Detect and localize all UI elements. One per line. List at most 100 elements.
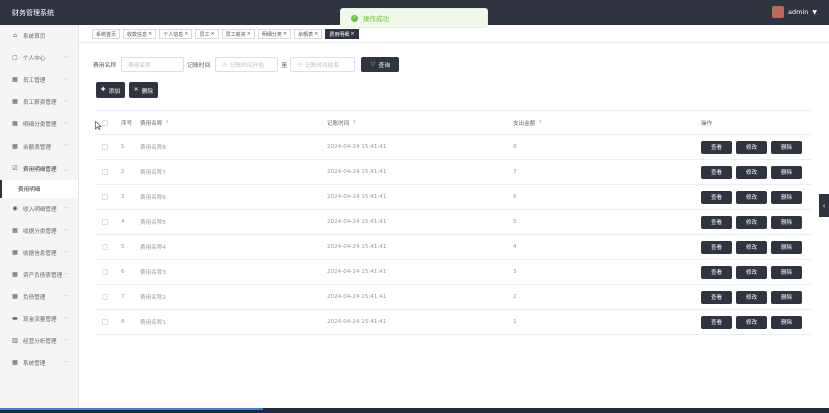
- row-checkbox[interactable]: [102, 235, 108, 259]
- view-button[interactable]: 查看: [701, 290, 732, 304]
- row-checkbox[interactable]: [102, 310, 108, 334]
- user-menu[interactable]: admin ▼: [772, 6, 817, 18]
- edit-button[interactable]: 修改: [736, 315, 767, 329]
- sidebar-item[interactable]: ▬ 现金流量管理 ﹀: [0, 308, 78, 330]
- nav-tag[interactable]: 系统首页: [92, 29, 121, 39]
- close-icon[interactable]: ×: [148, 31, 152, 37]
- edit-button[interactable]: 修改: [736, 165, 767, 179]
- sort-icon[interactable]: ⇕: [165, 120, 169, 125]
- edit-button[interactable]: 修改: [736, 265, 767, 279]
- table-row: 6 费用名称3 2024-04-24 15:41:41 3 查看 修改 删除: [96, 260, 812, 285]
- query-button[interactable]: ♡ 查询: [361, 57, 400, 72]
- edit-button[interactable]: 修改: [736, 290, 767, 304]
- chevron-down-icon: ﹀: [63, 272, 69, 279]
- sidebar-item-label: 收据信息管理: [23, 250, 57, 257]
- sidebar-item[interactable]: ⌂ 系统首页: [0, 25, 78, 47]
- edit-button[interactable]: 修改: [736, 140, 767, 154]
- view-button[interactable]: 查看: [701, 190, 732, 204]
- delete-button[interactable]: 删除: [771, 240, 802, 254]
- heart-icon: ♡: [370, 61, 376, 68]
- add-button[interactable]: ✚ 添加: [96, 82, 125, 98]
- delete-button[interactable]: 删除: [771, 290, 802, 304]
- cell-index: 7: [121, 294, 125, 300]
- view-button[interactable]: 查看: [701, 315, 732, 329]
- close-icon[interactable]: ×: [314, 31, 318, 37]
- edit-button[interactable]: 修改: [736, 190, 767, 204]
- nav-tag[interactable]: 明细分类 ×: [257, 29, 292, 39]
- view-button[interactable]: 查看: [701, 165, 732, 179]
- sidebar-item[interactable]: ▦ 员工管理 ﹀: [0, 69, 78, 91]
- close-icon[interactable]: ×: [210, 31, 214, 37]
- sort-icon[interactable]: ⇕: [538, 120, 542, 125]
- col-time[interactable]: 记账时间 ⇕: [327, 111, 356, 134]
- action-bar: ✚ 添加 ✕ 删除: [96, 82, 158, 98]
- row-checkbox[interactable]: [102, 160, 108, 184]
- sidebar-subitem[interactable]: 费用明细: [0, 179, 78, 198]
- close-icon[interactable]: ×: [184, 31, 188, 37]
- sidebar-item[interactable]: ▦ 员工薪资管理 ﹀: [0, 91, 78, 113]
- view-button[interactable]: 查看: [701, 265, 732, 279]
- select-all-checkbox[interactable]: [102, 111, 108, 134]
- row-checkbox[interactable]: [102, 210, 108, 234]
- sidebar-item[interactable]: ▥ 经营分析管理 ﹀: [0, 330, 78, 352]
- grid-icon: ▦: [12, 76, 18, 84]
- nav-tag[interactable]: 费用明细 ×: [325, 29, 359, 39]
- cell-time: 2024-04-24 15:41:41: [327, 319, 387, 325]
- row-checkbox[interactable]: [102, 135, 108, 159]
- row-checkbox[interactable]: [102, 185, 108, 209]
- row-checkbox[interactable]: [102, 260, 108, 284]
- end-date-input[interactable]: ◷ 记账时间结束: [290, 57, 356, 72]
- nav-tag[interactable]: 员工薪资 ×: [221, 29, 255, 39]
- delete-button[interactable]: 删除: [771, 215, 802, 229]
- nav-tag[interactable]: 余额表 ×: [294, 29, 323, 39]
- sidebar-item[interactable]: ▦ 收据信息管理 ﹀: [0, 242, 78, 264]
- username[interactable]: admin: [788, 8, 808, 16]
- sidebar-item[interactable]: ☑ 费用明细管理 ︿: [0, 158, 78, 180]
- grid-icon: ▦: [12, 142, 18, 150]
- sidebar-item[interactable]: ▦ 明细分类管理 ﹀: [0, 113, 78, 135]
- edit-button[interactable]: 修改: [736, 240, 767, 254]
- delete-button[interactable]: 删除: [771, 315, 802, 329]
- calendar-icon: ◷: [222, 61, 228, 68]
- user-card-icon: ▢: [12, 54, 18, 62]
- avatar[interactable]: [772, 6, 784, 18]
- collapse-panel-button[interactable]: ‹: [819, 194, 829, 217]
- view-button[interactable]: 查看: [701, 215, 732, 229]
- sort-icon[interactable]: ⇕: [352, 120, 356, 125]
- sidebar-item[interactable]: ◉ 收入明细管理 ﹀: [0, 198, 78, 220]
- close-icon[interactable]: ×: [350, 31, 354, 37]
- sidebar-item[interactable]: ▦ 系统管理 ﹀: [0, 352, 78, 374]
- close-icon[interactable]: ×: [247, 31, 251, 37]
- col-amount[interactable]: 支出金额 ⇕: [513, 111, 542, 134]
- sidebar-item-label: 负债管理: [23, 295, 46, 302]
- nav-tag[interactable]: 员工 ×: [195, 29, 219, 39]
- name-search-input[interactable]: 费用名称: [121, 57, 185, 72]
- nav-tag[interactable]: 个人信息 ×: [159, 29, 193, 39]
- sidebar: ⌂ 系统首页 ▢ 个人中心 ﹀ ▦ 员工管理 ﹀ ▦ 员工薪资管理 ﹀ ▦ 明细分类管理 ﹀ ▦ 余额表管理 ﹀…: [0, 25, 79, 408]
- sidebar-item[interactable]: ▦ 余额表管理 ﹀: [0, 135, 78, 157]
- chat-icon: ▬: [12, 315, 18, 323]
- sidebar-item[interactable]: ▦ 负债管理 ﹀: [0, 286, 78, 308]
- sidebar-item[interactable]: ▦ 收据分类管理 ﹀: [0, 220, 78, 242]
- home-icon: ⌂: [13, 32, 17, 40]
- view-button[interactable]: 查看: [701, 240, 732, 254]
- delete-button[interactable]: 删除: [771, 265, 802, 279]
- sidebar-item[interactable]: ▢ 个人中心 ﹀: [0, 47, 78, 69]
- nav-tag-label: 费用明细: [329, 31, 350, 38]
- delete-button[interactable]: 删除: [771, 165, 802, 179]
- edit-button[interactable]: 修改: [736, 215, 767, 229]
- caret-down-icon[interactable]: ▼: [812, 9, 817, 16]
- delete-button[interactable]: 删除: [771, 140, 802, 154]
- close-icon[interactable]: ×: [283, 31, 287, 37]
- cell-index: 5: [121, 244, 125, 250]
- delete-button[interactable]: 删除: [771, 190, 802, 204]
- view-button[interactable]: 查看: [701, 140, 732, 154]
- expense-table: 序号 费用名称 ⇕ 记账时间 ⇕ 支出金额 ⇕ 操作 1 费用名称8 2024-04-24…: [96, 110, 812, 335]
- nav-tag[interactable]: 收款信息 ×: [123, 29, 157, 39]
- sidebar-item[interactable]: ▦ 资产负债表管理 ﹀: [0, 264, 78, 286]
- col-name[interactable]: 费用名称 ⇕: [140, 111, 169, 134]
- row-checkbox[interactable]: [102, 285, 108, 309]
- sidebar-item-label: 费用明细管理: [23, 166, 57, 173]
- batch-delete-button[interactable]: ✕ 删除: [129, 82, 158, 98]
- start-date-input[interactable]: ◷ 记账时间开始: [215, 57, 279, 72]
